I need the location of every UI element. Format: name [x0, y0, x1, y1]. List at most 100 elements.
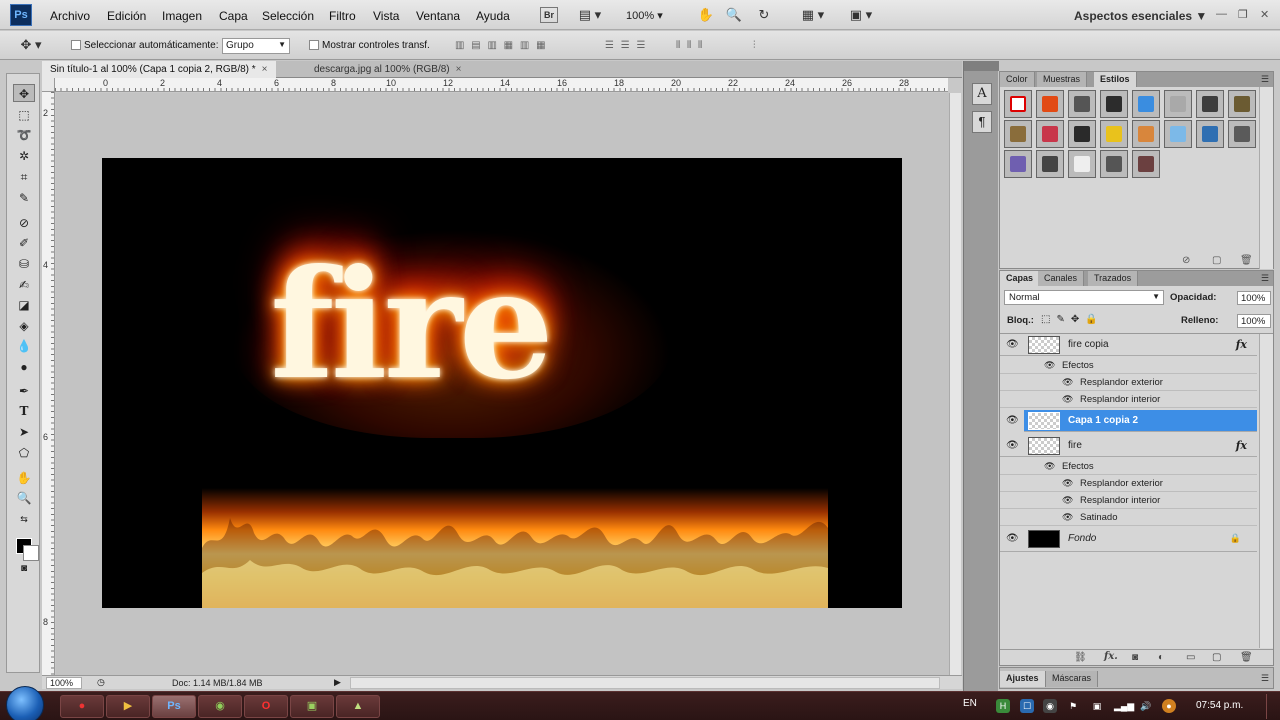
taskbar-app[interactable]: ▣	[290, 695, 334, 718]
fx-icon[interactable]: fx	[1236, 439, 1247, 452]
tab-estilos[interactable]: Estilos	[1094, 72, 1137, 87]
adjustment-layer-icon[interactable]: ◐	[1158, 652, 1164, 663]
volume-icon[interactable]: 🔊	[1139, 699, 1153, 713]
layer-row[interactable]: 👁 Fondo 🔒	[1000, 528, 1257, 552]
visibility-eye-icon[interactable]: 👁	[1044, 461, 1055, 472]
mini-bridge-icon[interactable]: ▤ ▾	[575, 7, 605, 23]
style-swatch[interactable]	[1100, 120, 1128, 148]
close-icon[interactable]: ×	[456, 64, 462, 75]
effect-row[interactable]: 👁 Resplandor exterior	[1000, 374, 1257, 391]
bridge-icon[interactable]: Br	[540, 7, 558, 23]
panel-menu-icon[interactable]: ☰	[1261, 273, 1269, 284]
layer-row[interactable]: 👁 fire fx	[1000, 435, 1257, 457]
rotate-view-icon[interactable]: ↻	[755, 7, 773, 23]
blend-mode-dropdown[interactable]: Normal ▼	[1004, 290, 1164, 305]
new-style-icon[interactable]: ▢	[1212, 255, 1221, 266]
taskbar-app[interactable]: ▶	[106, 695, 150, 718]
effect-row[interactable]: 👁 Satinado	[1000, 509, 1257, 526]
new-group-icon[interactable]: ▭	[1186, 652, 1195, 663]
swap-colors-icon[interactable]: ⇆	[13, 510, 35, 528]
link-layers-icon[interactable]: ⛓	[1074, 652, 1087, 663]
menu-vista[interactable]: Vista	[373, 9, 399, 23]
zoom-level-select[interactable]: 100% ▾	[626, 9, 663, 22]
ruler-vertical[interactable]: 2 4 6 8	[42, 92, 55, 675]
layers-scrollbar[interactable]	[1259, 334, 1273, 648]
visibility-eye-icon[interactable]: 👁	[1062, 512, 1073, 523]
tray-app-icon[interactable]: H	[996, 699, 1010, 713]
style-swatch[interactable]	[1004, 150, 1032, 178]
menu-ventana[interactable]: Ventana	[416, 9, 460, 23]
strip-header[interactable]	[964, 61, 999, 71]
tab-muestras[interactable]: Muestras	[1037, 72, 1088, 87]
visibility-eye-icon[interactable]: 👁	[1062, 377, 1073, 388]
effect-row[interactable]: 👁 Resplandor interior	[1000, 492, 1257, 509]
style-swatch[interactable]	[1036, 90, 1064, 118]
photoshop-logo[interactable]: Ps	[10, 4, 32, 26]
new-layer-icon[interactable]: ▢	[1212, 652, 1221, 663]
tab-color[interactable]: Color	[1000, 72, 1035, 87]
taskbar-app[interactable]: ▲	[336, 695, 380, 718]
document-canvas[interactable]: fire	[102, 158, 902, 608]
clone-stamp-icon[interactable]: ⛁	[13, 255, 35, 273]
visibility-eye-icon[interactable]: 👁	[1062, 495, 1073, 506]
style-swatch[interactable]	[1196, 120, 1224, 148]
style-swatch[interactable]	[1100, 90, 1128, 118]
tray-app-icon[interactable]: ☐	[1020, 699, 1034, 713]
visibility-eye-icon[interactable]: 👁	[1006, 339, 1019, 350]
visibility-eye-icon[interactable]: 👁	[1044, 360, 1055, 371]
opacity-input[interactable]: 100%	[1237, 291, 1271, 305]
delete-style-icon[interactable]: 🗑	[1240, 255, 1253, 266]
paint-bucket-icon[interactable]: ◈	[13, 317, 35, 335]
style-swatch[interactable]	[1196, 90, 1224, 118]
menu-seleccion[interactable]: Selección	[262, 9, 314, 23]
tab-trazados[interactable]: Trazados	[1088, 271, 1139, 286]
menu-edicion[interactable]: Edición	[107, 9, 146, 23]
eraser-icon[interactable]: ◪	[13, 296, 35, 314]
menu-capa[interactable]: Capa	[219, 9, 248, 23]
marquee-tool-icon[interactable]: ⬚	[13, 106, 35, 124]
taskbar-app[interactable]: O	[244, 695, 288, 718]
style-swatch[interactable]	[1164, 90, 1192, 118]
align-icons[interactable]: ▥ ▤ ▥ ▦ ▥ ▦	[455, 40, 548, 51]
style-swatch[interactable]	[1228, 90, 1256, 118]
style-swatch[interactable]	[1068, 90, 1096, 118]
network-icon[interactable]: ▂▄▆	[1114, 699, 1134, 713]
move-tool-icon[interactable]: ✥	[13, 84, 35, 102]
effects-group-row[interactable]: 👁 Efectos	[1000, 458, 1257, 475]
pen-tool-icon[interactable]: ✒	[13, 382, 35, 400]
paragraph-panel-icon[interactable]: ¶	[972, 111, 992, 133]
panel-menu-icon[interactable]: ☰	[1261, 673, 1269, 684]
quick-mask-icon[interactable]: ◙	[13, 560, 35, 578]
close-icon[interactable]: ×	[262, 64, 268, 75]
dodge-tool-icon[interactable]: ●	[13, 358, 35, 376]
style-swatch[interactable]	[1004, 120, 1032, 148]
auto-select-checkbox[interactable]	[71, 40, 81, 50]
add-style-icon[interactable]: fx.	[1104, 651, 1118, 662]
tab-canales[interactable]: Canales	[1038, 271, 1085, 286]
flag-icon[interactable]: ⚑	[1066, 699, 1080, 713]
visibility-eye-icon[interactable]: 👁	[1006, 533, 1019, 544]
taskbar-app[interactable]: ◉	[198, 695, 242, 718]
effects-group-row[interactable]: 👁 Efectos	[1000, 357, 1257, 374]
style-swatch[interactable]	[1132, 150, 1160, 178]
minimize-icon[interactable]: —	[1216, 8, 1227, 20]
effect-row[interactable]: 👁 Resplandor exterior	[1000, 475, 1257, 492]
style-swatch[interactable]	[1164, 120, 1192, 148]
lock-options-icons[interactable]: ⬚✎✥🔒	[1041, 314, 1104, 325]
screen-mode-icon[interactable]: ▣ ▾	[846, 7, 876, 23]
history-brush-icon[interactable]: ✍	[13, 276, 35, 294]
eyedropper-icon[interactable]: ✎	[13, 189, 35, 207]
add-mask-icon[interactable]: ◙	[1132, 652, 1138, 663]
layer-row-selected[interactable]: 👁 Capa 1 copia 2	[1000, 410, 1257, 432]
menu-imagen[interactable]: Imagen	[162, 9, 202, 23]
ruler-corner[interactable]	[42, 78, 55, 92]
status-menu-arrow-icon[interactable]: ▶	[334, 677, 341, 688]
arrange-documents-icon[interactable]: ▦ ▾	[798, 7, 828, 23]
show-desktop-button[interactable]	[1266, 694, 1278, 719]
close-icon[interactable]: ✕	[1260, 8, 1269, 21]
menu-ayuda[interactable]: Ayuda	[476, 9, 510, 23]
menu-archivo[interactable]: Archivo	[50, 9, 90, 23]
tab-descarga[interactable]: descarga.jpg al 100% (RGB/8) ×	[306, 61, 469, 78]
style-swatch[interactable]	[1036, 150, 1064, 178]
style-swatch[interactable]	[1132, 90, 1160, 118]
